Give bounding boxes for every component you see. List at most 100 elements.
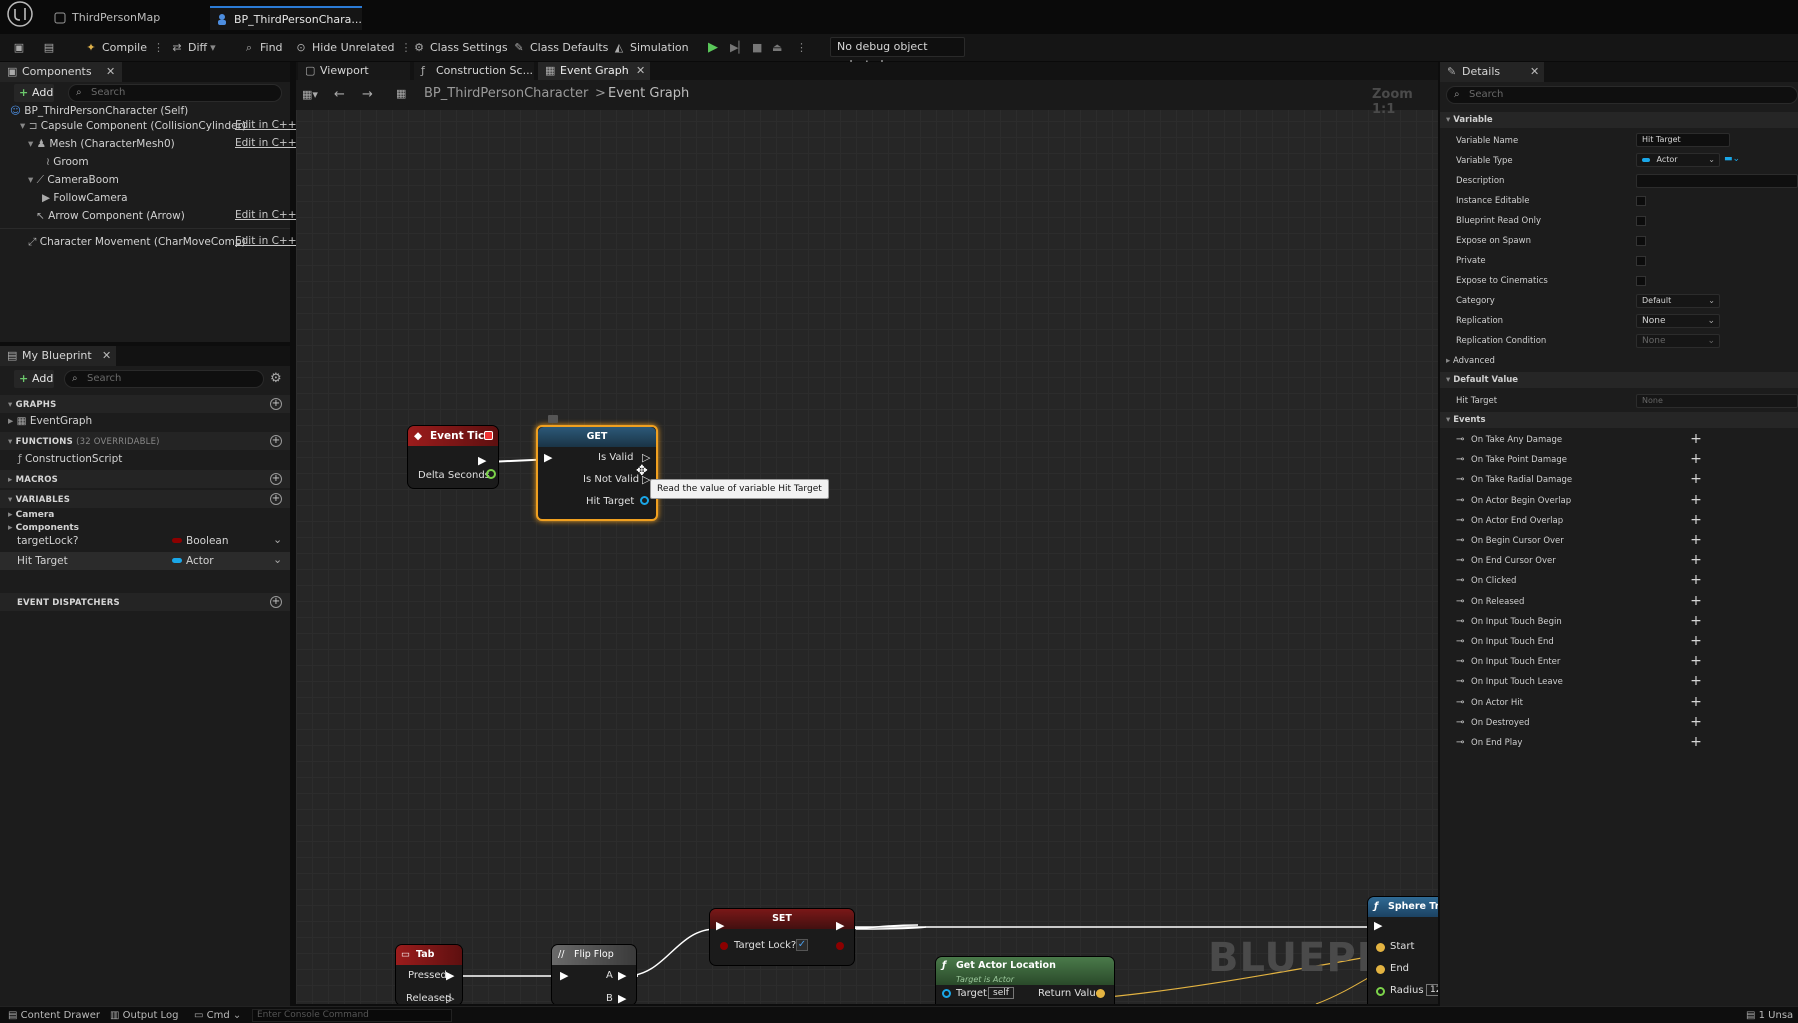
tab-bp-thirdpersoncharacter[interactable]: BP_ThirdPersonChara... • ✕	[210, 6, 362, 50]
exec-out-pin[interactable]: ▶	[836, 919, 844, 932]
target-lock-out-pin[interactable]	[836, 942, 844, 950]
play-button[interactable]: ▶	[708, 39, 718, 57]
add-event-button[interactable]: +	[1690, 452, 1702, 466]
save-button[interactable]: ▣	[12, 39, 30, 57]
exec-in-pin[interactable]: ▶	[560, 969, 568, 982]
breadcrumb-current[interactable]: Event Graph	[608, 86, 689, 101]
add-event-button[interactable]: +	[1690, 533, 1702, 547]
add-event-button[interactable]: +	[1690, 573, 1702, 587]
output-log-button[interactable]: ▥ Output Log	[110, 1009, 178, 1022]
find-button[interactable]: ⌕ Find	[242, 39, 283, 57]
breadcrumb-root[interactable]: BP_ThirdPersonCharacter	[424, 86, 588, 101]
b-exec-pin[interactable]: ▶	[618, 992, 626, 1004]
comment-bubble-icon[interactable]	[548, 415, 558, 423]
graph-item-eventgraph[interactable]: ▸ ▦ EventGraph	[8, 413, 92, 429]
exec-in-pin[interactable]: ▶	[716, 919, 724, 932]
category-select[interactable]: Default ⌄	[1636, 294, 1720, 308]
node-event-tick[interactable]: ◆ Event Tick ▶ Delta Seconds	[408, 426, 498, 488]
add-event-button[interactable]: +	[1690, 493, 1702, 507]
close-icon[interactable]: ✕	[106, 62, 115, 82]
tab-thirdpersonmap[interactable]: ThirdPersonMap	[48, 6, 208, 30]
add-dispatcher-icon[interactable]: +	[270, 596, 282, 608]
add-event-button[interactable]: +	[1690, 553, 1702, 567]
simulation-button[interactable]: ◭ Simulation	[612, 39, 689, 57]
node-get-actor-location[interactable]: ƒ Get Actor Location Target is Actor Tar…	[936, 957, 1114, 1004]
add-component-button[interactable]: + Add	[14, 84, 54, 102]
tab-components[interactable]: ▣ Components ✕	[0, 62, 122, 82]
close-icon[interactable]: ✕	[636, 62, 645, 80]
details-search-input[interactable]: ⌕ Search	[1446, 86, 1798, 104]
description-input[interactable]	[1636, 174, 1798, 188]
exec-out-pin[interactable]: ▶	[478, 454, 486, 467]
add-event-button[interactable]: +	[1690, 472, 1702, 486]
tab-viewport[interactable]: ▢ Viewport	[298, 62, 410, 80]
chevron-down-icon[interactable]: ⌄	[273, 533, 282, 546]
add-graph-icon[interactable]: +	[270, 398, 282, 410]
class-defaults-button[interactable]: ✎ Class Defaults	[512, 39, 608, 57]
event-dispatchers-section-header[interactable]: EVENT DISPATCHERS	[17, 598, 120, 608]
component-mesh[interactable]: ▾ ♟ Mesh (CharacterMesh0)	[28, 136, 175, 152]
variable-type-select[interactable]: Actor ⌄	[1636, 153, 1720, 167]
tab-construction-script[interactable]: ƒ Construction Sc...	[414, 62, 534, 80]
start-pin[interactable]	[1376, 943, 1385, 952]
add-event-button[interactable]: +	[1690, 634, 1702, 648]
container-type-select[interactable]: ▬⌄	[1724, 154, 1748, 166]
forward-arrow-icon[interactable]: →	[362, 87, 373, 102]
unreal-logo-icon[interactable]	[6, 0, 34, 28]
event-graph-canvas[interactable]: BLUEPRINT ◆ Event Tick ▶ Delta Seconds G…	[296, 89, 1438, 1004]
return-value-pin[interactable]	[1096, 989, 1105, 998]
step-button[interactable]: ▶▏	[730, 39, 747, 57]
variable-row-hittarget[interactable]: Hit Target Actor ⌄	[0, 552, 290, 570]
expose-on-spawn-checkbox[interactable]	[1636, 236, 1646, 246]
functions-section-header[interactable]: ▾ FUNCTIONS (32 OVERRIDABLE)	[8, 437, 160, 447]
close-icon[interactable]: ✕	[102, 346, 111, 366]
end-pin[interactable]	[1376, 965, 1385, 974]
delegate-pin[interactable]	[484, 431, 493, 440]
component-cameraboom[interactable]: ▾ ⟋ CameraBoom	[28, 172, 119, 188]
delta-seconds-pin[interactable]	[486, 469, 496, 479]
variable-section-header[interactable]: ▾ Variable	[1446, 115, 1493, 125]
exec-in-pin[interactable]: ▶	[1374, 919, 1382, 932]
add-member-button[interactable]: + Add	[14, 370, 54, 388]
advanced-toggle[interactable]: ▸ Advanced	[1446, 356, 1495, 366]
browse-button[interactable]: ▤	[42, 39, 60, 57]
debug-object-select[interactable]: No debug object selected ⌄	[830, 37, 965, 71]
expose-cinematics-checkbox[interactable]	[1636, 276, 1646, 286]
eject-button[interactable]: ⏏	[772, 39, 782, 57]
my-blueprint-search-input[interactable]: ⌕ Search	[64, 370, 264, 388]
back-arrow-icon[interactable]: ←	[334, 87, 345, 102]
diff-button[interactable]: ⇄ Diff ▾	[170, 39, 215, 57]
add-event-button[interactable]: +	[1690, 654, 1702, 668]
tab-event-graph[interactable]: ▦ Event Graph ✕	[538, 62, 650, 80]
private-checkbox[interactable]	[1636, 256, 1646, 266]
add-event-button[interactable]: +	[1690, 695, 1702, 709]
radius-value[interactable]: 12	[1426, 984, 1438, 996]
content-drawer-button[interactable]: ▤ Content Drawer	[8, 1009, 100, 1022]
radius-pin[interactable]	[1376, 987, 1385, 996]
target-lock-checkbox[interactable]: ✓	[796, 939, 808, 951]
node-set-target-lock[interactable]: SET ▶ ▶ Target Lock? ✓	[710, 909, 854, 965]
target-default-value[interactable]: self	[988, 987, 1014, 999]
add-event-button[interactable]: +	[1690, 614, 1702, 628]
default-value-section-header[interactable]: ▾ Default Value	[1446, 375, 1518, 385]
add-macro-icon[interactable]: +	[270, 473, 282, 485]
add-event-button[interactable]: +	[1690, 594, 1702, 608]
variable-name-input[interactable]: Hit Target	[1636, 133, 1730, 147]
edit-in-cpp-link[interactable]: Edit in C++	[235, 209, 297, 221]
node-flip-flop[interactable]: // Flip Flop ▶ A ▶ B ▶	[552, 945, 636, 1004]
component-followcamera[interactable]: ▶ FollowCamera	[42, 190, 128, 206]
function-item-constructionscript[interactable]: ƒ ConstructionScript	[18, 451, 122, 467]
components-search-input[interactable]: ⌕ Search	[68, 84, 282, 102]
blueprint-read-only-checkbox[interactable]	[1636, 216, 1646, 226]
hide-unrelated-button[interactable]: ⊙ Hide Unrelated ⋮	[294, 39, 411, 57]
edit-in-cpp-link[interactable]: Edit in C++	[235, 137, 297, 149]
released-exec-pin[interactable]: ▷	[446, 992, 454, 1004]
tab-my-blueprint[interactable]: ▤ My Blueprint ✕	[0, 346, 116, 366]
graphs-section-header[interactable]: ▾ GRAPHS	[8, 400, 56, 410]
macros-section-header[interactable]: ▸ MACROS	[8, 475, 58, 485]
component-arrow[interactable]: ↖ Arrow Component (Arrow)	[36, 208, 185, 224]
add-event-button[interactable]: +	[1690, 735, 1702, 749]
add-event-button[interactable]: +	[1690, 432, 1702, 446]
compile-button[interactable]: ✦ Compile ⋮	[84, 39, 164, 57]
node-tab-key[interactable]: ▭ Tab Pressed ▶ Released ▷	[396, 945, 462, 1004]
